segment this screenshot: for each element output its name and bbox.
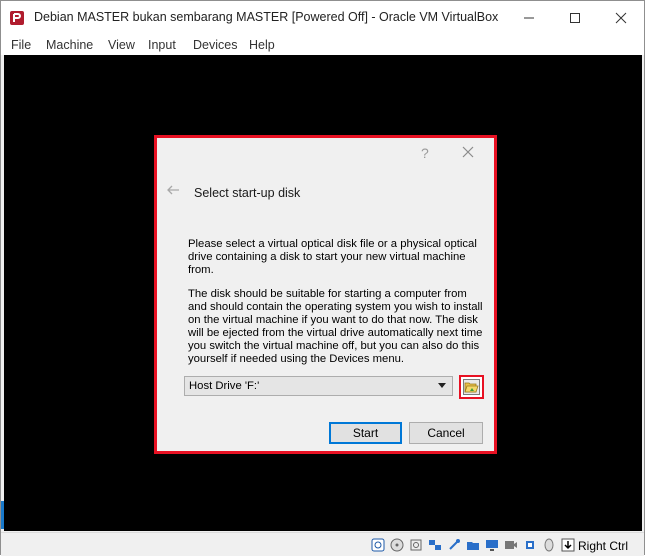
- startup-disk-selected-value: Host Drive 'F:': [189, 380, 260, 392]
- minimize-button[interactable]: [506, 1, 552, 35]
- help-button[interactable]: ?: [421, 145, 429, 161]
- video-capture-icon[interactable]: [504, 538, 518, 552]
- explanation-paragraph: The disk should be suitable for starting…: [188, 288, 483, 365]
- close-icon: [615, 12, 627, 24]
- menu-file[interactable]: File: [11, 38, 31, 52]
- minimize-icon: [524, 17, 534, 19]
- usb-icon[interactable]: [447, 538, 461, 552]
- status-bar: Right Ctrl: [1, 532, 644, 556]
- maximize-button[interactable]: [552, 1, 598, 35]
- optical-drive-icon[interactable]: [390, 538, 404, 552]
- shared-folders-icon[interactable]: [466, 538, 480, 552]
- hard-disk-icon[interactable]: [371, 538, 385, 552]
- choose-disk-file-button[interactable]: [459, 375, 484, 399]
- host-key-label: Right Ctrl: [578, 539, 629, 553]
- chevron-down-icon: [438, 383, 446, 388]
- instruction-paragraph: Please select a virtual optical disk fil…: [188, 238, 477, 276]
- audio-icon[interactable]: [409, 538, 423, 552]
- background-window-edge: [1, 501, 4, 529]
- menu-machine[interactable]: Machine: [46, 38, 93, 52]
- virtualbox-app-icon: [10, 11, 24, 25]
- maximize-icon: [570, 13, 580, 23]
- window-title: Debian MASTER bukan sembarang MASTER [Po…: [34, 10, 499, 24]
- dialog-close-icon[interactable]: [460, 144, 476, 160]
- menu-devices[interactable]: Devices: [193, 38, 237, 52]
- menu-bar: File Machine View Input Devices Help: [1, 35, 644, 55]
- network-icon[interactable]: [428, 538, 442, 552]
- virtualbox-window: Debian MASTER bukan sembarang MASTER [Po…: [0, 0, 645, 556]
- host-key-arrow-icon[interactable]: [561, 538, 575, 552]
- dialog-heading: Select start-up disk: [194, 186, 301, 200]
- folder-open-icon: [464, 382, 479, 393]
- mouse-integration-icon[interactable]: [542, 538, 556, 552]
- close-button[interactable]: [598, 1, 644, 35]
- menu-help[interactable]: Help: [249, 38, 275, 52]
- select-startup-disk-dialog: ? Select start-up disk Please select a v…: [154, 135, 497, 454]
- back-arrow-icon[interactable]: [165, 182, 181, 198]
- startup-disk-select[interactable]: Host Drive 'F:': [184, 376, 453, 396]
- cpu-icon[interactable]: [523, 538, 537, 552]
- display-icon[interactable]: [485, 538, 499, 552]
- title-bar[interactable]: Debian MASTER bukan sembarang MASTER [Po…: [1, 1, 644, 35]
- menu-view[interactable]: View: [108, 38, 135, 52]
- start-button[interactable]: Start: [329, 422, 402, 444]
- menu-input[interactable]: Input: [148, 38, 176, 52]
- cancel-button[interactable]: Cancel: [409, 422, 483, 444]
